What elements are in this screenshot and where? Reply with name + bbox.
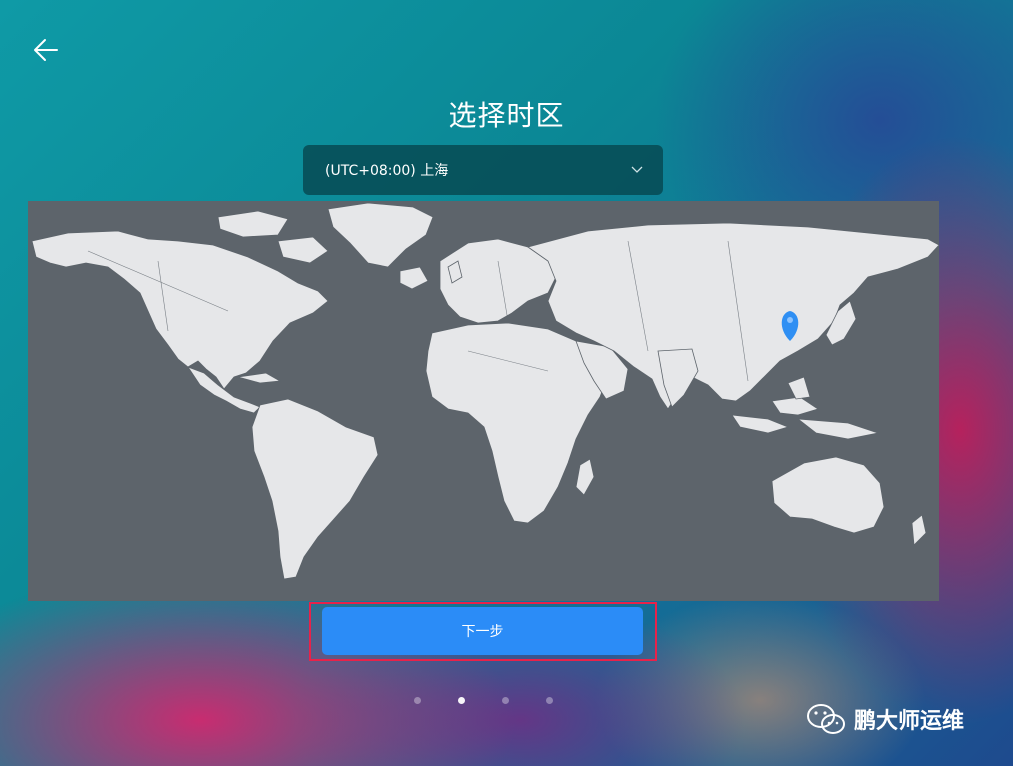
africa: [425, 322, 607, 524]
south-america: [251, 398, 379, 580]
page-dot-active[interactable]: [458, 697, 465, 704]
page-dot[interactable]: [502, 697, 509, 704]
timezone-select[interactable]: (UTC+08:00) 上海: [303, 145, 663, 195]
page-title: 选择时区: [448, 99, 565, 132]
watermark-text: 鹏大师运维: [854, 709, 965, 734]
chevron-down-icon: [631, 166, 643, 173]
greenland: [327, 202, 434, 268]
australia: [771, 456, 885, 534]
wechat-icon: [807, 704, 845, 734]
arrow-left-icon: [34, 39, 58, 61]
next-button[interactable]: 下一步: [322, 607, 643, 655]
page-dot[interactable]: [546, 697, 553, 704]
world-map[interactable]: [28, 201, 939, 601]
timezone-selected-value: (UTC+08:00) 上海: [325, 163, 449, 179]
back-button[interactable]: [30, 34, 62, 66]
page-dot[interactable]: [414, 697, 421, 704]
watermark: 鹏大师运维: [806, 702, 964, 736]
